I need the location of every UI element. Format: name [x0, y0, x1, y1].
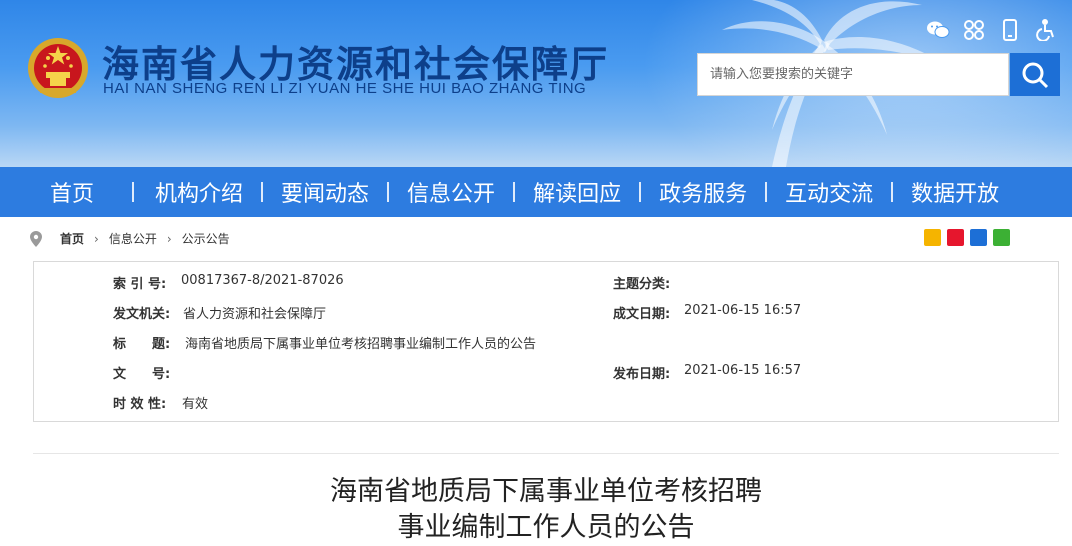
nav-divider	[765, 182, 768, 202]
created-date-value: 2021-06-15 16:57	[684, 303, 802, 318]
nav-news[interactable]: 要闻动态	[281, 176, 369, 208]
mobile-icon[interactable]	[998, 18, 1022, 42]
national-emblem-logo	[28, 38, 88, 98]
renren-share-icon[interactable]	[970, 229, 987, 246]
nav-interpretation[interactable]: 解读回应	[533, 176, 621, 208]
share-toolbar	[924, 229, 1010, 246]
site-subtitle: HAI NAN SHENG REN LI ZI YUAN HE SHE HUI …	[103, 80, 587, 97]
header-tools	[926, 18, 1058, 42]
published-date-value: 2021-06-15 16:57	[684, 363, 802, 378]
breadcrumb-notices[interactable]: 公示公告	[182, 230, 230, 247]
article-title: 海南省地质局下属事业单位考核招聘 事业编制工作人员的公告	[0, 474, 1072, 546]
content-divider	[33, 453, 1059, 454]
nav-divider	[387, 182, 390, 202]
location-pin-icon	[30, 230, 42, 247]
breadcrumb-bar: 首页 › 信息公开 › 公示公告	[0, 217, 1072, 259]
breadcrumb-disclosure[interactable]: 信息公开	[109, 230, 157, 247]
nav-divider	[261, 182, 264, 202]
validity-value: 有效	[182, 397, 209, 412]
breadcrumb: 首页 › 信息公开 › 公示公告	[30, 230, 230, 247]
issuer-value: 省人力资源和社会保障厅	[183, 307, 327, 322]
document-metadata: 索 引 号: 00817367-8/2021-87026 主题分类: 发文机关:…	[33, 261, 1059, 422]
meta-row: 文 号: 发布日期: 2021-06-15 16:57	[34, 363, 1058, 383]
nav-interaction[interactable]: 互动交流	[785, 176, 873, 208]
nav-about[interactable]: 机构介绍	[155, 176, 243, 208]
published-date-label: 发布日期:	[613, 367, 671, 382]
site-header: 海南省人力资源和社会保障厅 HAI NAN SHENG REN LI ZI YU…	[0, 0, 1072, 167]
nav-divider	[132, 182, 135, 202]
search-button[interactable]	[1010, 53, 1060, 96]
created-date-label: 成文日期:	[613, 307, 671, 322]
article-title-line-1: 海南省地质局下属事业单位考核招聘	[330, 476, 762, 507]
title-value: 海南省地质局下属事业单位考核招聘事业编制工作人员的公告	[185, 337, 537, 352]
meta-row: 索 引 号: 00817367-8/2021-87026 主题分类:	[34, 273, 1058, 293]
accessibility-icon[interactable]	[1034, 18, 1058, 42]
nav-services[interactable]: 政务服务	[659, 176, 747, 208]
topic-label: 主题分类:	[613, 277, 671, 292]
qzone-share-icon[interactable]	[924, 229, 941, 246]
nav-open-data[interactable]: 数据开放	[911, 176, 999, 208]
title-label: 标 题:	[113, 337, 171, 352]
index-value: 00817367-8/2021-87026	[181, 273, 344, 288]
nav-divider	[513, 182, 516, 202]
index-label: 索 引 号:	[113, 277, 167, 292]
weibo-share-icon[interactable]	[947, 229, 964, 246]
article-title-line-2: 事业编制工作人员的公告	[397, 512, 695, 543]
app-grid-icon[interactable]	[962, 18, 986, 42]
nav-home[interactable]: 首页	[50, 176, 94, 208]
meta-row: 标 题: 海南省地质局下属事业单位考核招聘事业编制工作人员的公告	[34, 333, 1058, 353]
wechat-share-icon[interactable]	[993, 229, 1010, 246]
issuer-label: 发文机关:	[113, 307, 171, 322]
meta-row: 发文机关: 省人力资源和社会保障厅 成文日期: 2021-06-15 16:57	[34, 303, 1058, 323]
search-input[interactable]	[697, 53, 1009, 96]
chevron-right-icon: ›	[166, 231, 172, 246]
wechat-icon[interactable]	[926, 18, 950, 42]
validity-label: 时 效 性:	[113, 397, 167, 412]
nav-divider	[891, 182, 894, 202]
search-icon	[1022, 62, 1049, 88]
nav-disclosure[interactable]: 信息公开	[407, 176, 495, 208]
chevron-right-icon: ›	[94, 231, 99, 246]
breadcrumb-home[interactable]: 首页	[60, 230, 84, 247]
meta-row: 时 效 性: 有效	[34, 393, 1058, 413]
nav-divider	[639, 182, 642, 202]
main-nav: 首页 机构介绍 要闻动态 信息公开 解读回应 政务服务 互动交流 数据开放	[0, 167, 1072, 217]
doc-number-label: 文 号:	[113, 367, 171, 382]
